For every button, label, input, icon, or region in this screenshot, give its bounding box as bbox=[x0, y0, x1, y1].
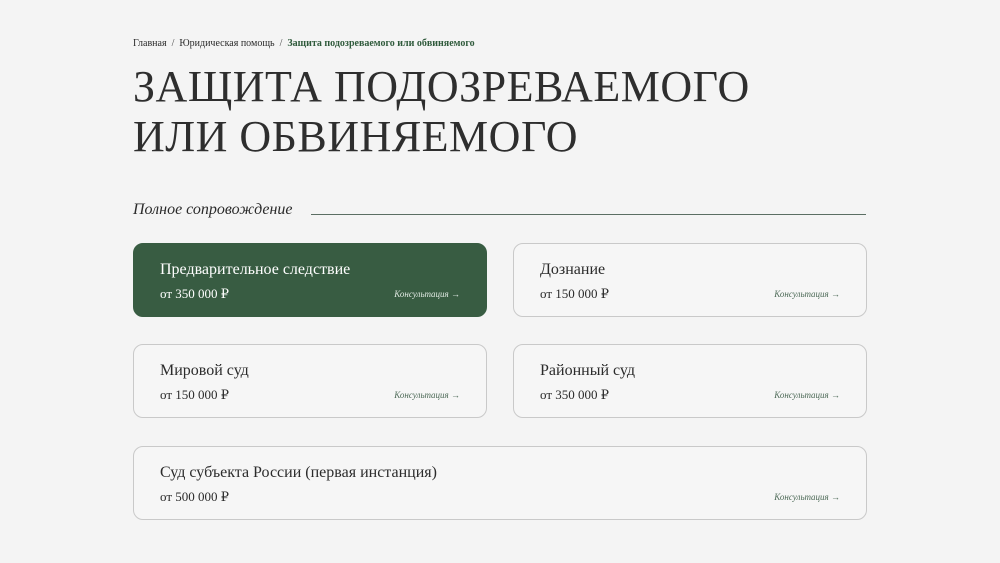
service-name: Районный суд bbox=[540, 362, 636, 379]
page-title: ЗАЩИТА ПОДОЗРЕВАЕМОГО ИЛИ ОБВИНЯЕМОГО bbox=[133, 62, 750, 162]
section-label: Полное сопровождение bbox=[133, 201, 293, 218]
breadcrumb-home-link[interactable]: Главная bbox=[133, 38, 167, 49]
consultation-link[interactable]: Консультация → bbox=[774, 492, 840, 502]
service-card-magistrate-court[interactable]: Мировой суд от 150 000 ₽ Консультация → bbox=[133, 344, 487, 418]
consultation-link[interactable]: Консультация → bbox=[394, 289, 460, 299]
breadcrumb-current: Защита подозреваемого или обвиняемого bbox=[287, 38, 475, 49]
service-name: Дознание bbox=[540, 261, 606, 278]
service-card-regional-court[interactable]: Суд субъекта России (первая инстанция) о… bbox=[133, 446, 867, 520]
consultation-link[interactable]: Консультация → bbox=[774, 390, 840, 400]
service-price: от 500 000 ₽ bbox=[160, 489, 230, 504]
breadcrumb-parent-link[interactable]: Юридическая помощь bbox=[179, 38, 274, 49]
page-title-line-2: ИЛИ ОБВИНЯЕМОГО bbox=[133, 112, 579, 161]
page-title-line-1: ЗАЩИТА ПОДОЗРЕВАЕМОГО bbox=[133, 62, 750, 111]
service-name: Суд субъекта России (первая инстанция) bbox=[160, 464, 437, 481]
breadcrumb-separator: / bbox=[279, 38, 283, 49]
breadcrumb-separator: / bbox=[171, 38, 175, 49]
breadcrumb: Главная / Юридическая помощь / Защита по… bbox=[133, 38, 475, 49]
consultation-link[interactable]: Консультация → bbox=[774, 289, 840, 299]
service-price: от 350 000 ₽ bbox=[160, 286, 230, 301]
section-divider bbox=[311, 214, 866, 215]
service-name: Предварительное следствие bbox=[160, 261, 351, 278]
service-price: от 350 000 ₽ bbox=[540, 387, 610, 402]
service-card-preliminary-investigation[interactable]: Предварительное следствие от 350 000 ₽ К… bbox=[133, 243, 487, 317]
service-card-inquiry[interactable]: Дознание от 150 000 ₽ Консультация → bbox=[513, 243, 867, 317]
consultation-link[interactable]: Консультация → bbox=[394, 390, 460, 400]
page: Главная / Юридическая помощь / Защита по… bbox=[0, 0, 1000, 563]
service-name: Мировой суд bbox=[160, 362, 249, 379]
service-price: от 150 000 ₽ bbox=[540, 286, 610, 301]
service-price: от 150 000 ₽ bbox=[160, 387, 230, 402]
service-card-district-court[interactable]: Районный суд от 350 000 ₽ Консультация → bbox=[513, 344, 867, 418]
